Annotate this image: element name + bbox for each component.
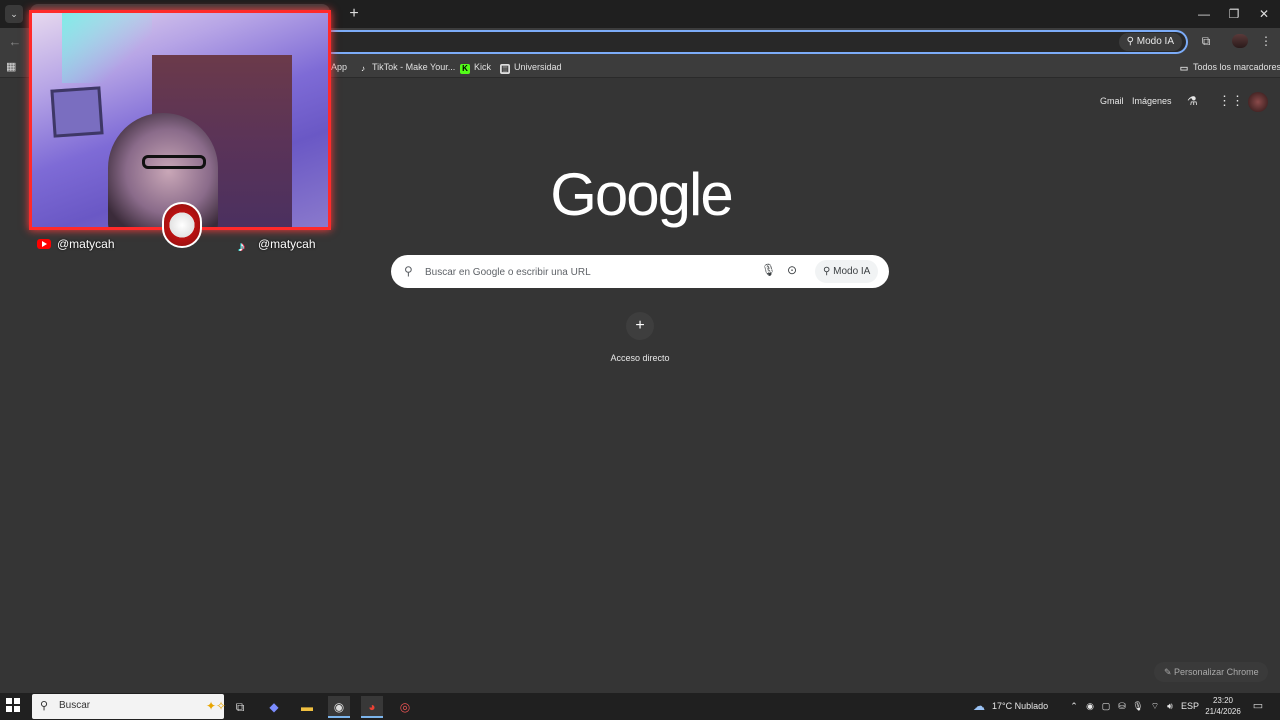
more-menu-icon[interactable]: ⋮ (1260, 33, 1272, 49)
discord-icon[interactable]: ◉ (328, 696, 350, 718)
pencil-icon: ✎ (1164, 667, 1175, 677)
device-icon[interactable]: ▢ (1099, 697, 1113, 715)
clock-date: 21/4/2026 (1205, 707, 1241, 716)
bookmark-app[interactable]: App (331, 60, 347, 74)
weather-text[interactable]: 17°C Nublado (992, 697, 1056, 715)
tiktok-icon: ♪ (361, 64, 365, 73)
file-explorer-icon[interactable]: ▬ (296, 696, 318, 718)
minimize-button[interactable]: — (1190, 4, 1218, 24)
profile-avatar[interactable] (1232, 34, 1248, 48)
search-ai-mode-button[interactable]: ⚲ Modo IA (815, 260, 879, 283)
volume-icon[interactable]: 🔊︎ (1163, 697, 1177, 715)
gmail-link[interactable]: Gmail (1100, 96, 1124, 106)
webcam-overlay (29, 10, 331, 230)
new-tab-button[interactable]: + (345, 5, 363, 23)
record-icon[interactable]: ◉ (1083, 697, 1097, 715)
search-icon: ⚲ (404, 264, 413, 278)
add-shortcut-button[interactable]: + (626, 312, 654, 340)
clock[interactable]: 23:20 21/4/2026 (1202, 695, 1244, 717)
task-view-icon[interactable]: ⧉ (229, 696, 251, 718)
obs-recorder-icon[interactable]: ◎ (394, 696, 416, 718)
youtube-icon (37, 239, 51, 249)
tiktok-icon: ♪ (238, 238, 245, 254)
taskbar: ⚲ Buscar ✦✧ ⧉ ◆ ▬ ◉ ◕ ◎ ☁ 17°C Nublado ⌃… (0, 693, 1280, 720)
microphone-icon[interactable]: 🎙︎ (761, 263, 776, 277)
taskbar-search-label: Buscar (59, 700, 91, 711)
folder-icon: ▭ (1179, 63, 1189, 73)
search-input[interactable] (425, 264, 745, 280)
notifications-icon[interactable]: ▭ (1250, 698, 1266, 714)
glasses (142, 155, 206, 169)
kick-icon: K (460, 64, 470, 74)
wall-painting (50, 86, 104, 138)
bookmark-kick[interactable]: K Kick (460, 60, 491, 74)
extensions-icon[interactable]: ⧉ (1198, 33, 1214, 49)
images-link[interactable]: Imágenes (1132, 96, 1172, 106)
shortcut-label: Acceso directo (610, 353, 670, 363)
tiktok-handle: ♪ @matycah (238, 237, 316, 254)
wifi-icon[interactable]: ⌔ (1147, 697, 1163, 715)
language-indicator[interactable]: ESP (1180, 697, 1200, 715)
all-bookmarks-folder[interactable]: ▭ Todos los marcadores (1179, 60, 1280, 74)
back-arrow-icon[interactable]: ← (6, 33, 24, 51)
clock-time: 23:20 (1212, 696, 1234, 705)
bookmark-tiktok[interactable]: ♪ TikTok - Make Your... (358, 60, 455, 74)
streamer-logo-badge (162, 202, 202, 248)
chevron-up-icon[interactable]: ⌃ (1067, 697, 1081, 715)
chrome-icon[interactable]: ◕ (361, 696, 383, 718)
search-icon: ⚲ (40, 700, 49, 712)
windows-start-icon[interactable] (6, 698, 24, 716)
youtube-handle: @matycah (37, 237, 115, 253)
tab-search-button[interactable]: ⌄ (5, 5, 23, 23)
restore-button[interactable]: ❐ (1220, 4, 1248, 24)
close-button[interactable]: ✕ (1250, 4, 1278, 24)
network-drive-icon[interactable]: ⛁ (1115, 697, 1129, 715)
customize-chrome-button[interactable]: ✎ Personalizar Chrome (1154, 662, 1268, 682)
account-avatar[interactable] (1248, 92, 1268, 112)
microphone-icon[interactable]: 🎙︎ (1131, 697, 1145, 715)
led-light-glow (62, 13, 152, 83)
document-icon: ▤ (500, 64, 510, 74)
bookmark-universidad[interactable]: ▤ Universidad (500, 60, 562, 74)
search-sparkle-icon: ⚲ (823, 266, 834, 277)
omnibox-ai-mode-button[interactable]: ⚲ Modo IA (1118, 33, 1182, 51)
address-bar[interactable]: ⚲ Modo IA (330, 30, 1188, 54)
search-sparkle-icon: ⚲ (1126, 36, 1137, 47)
cloud-weather-icon[interactable]: ☁ (970, 697, 988, 715)
search-box[interactable]: ⚲ 🎙︎ ⊙ ⚲ Modo IA (391, 255, 889, 288)
copilot-icon[interactable]: ◆ (263, 696, 285, 718)
google-logo: Google (550, 161, 733, 228)
google-apps-icon[interactable]: ⋮⋮ (1218, 93, 1244, 109)
apps-grid-icon[interactable]: ▦ (6, 60, 18, 74)
labs-flask-icon[interactable]: ⚗ (1187, 94, 1198, 108)
taskbar-search-box[interactable]: ⚲ Buscar ✦✧ (32, 694, 226, 719)
camera-lens-icon[interactable]: ⊙ (787, 263, 797, 277)
